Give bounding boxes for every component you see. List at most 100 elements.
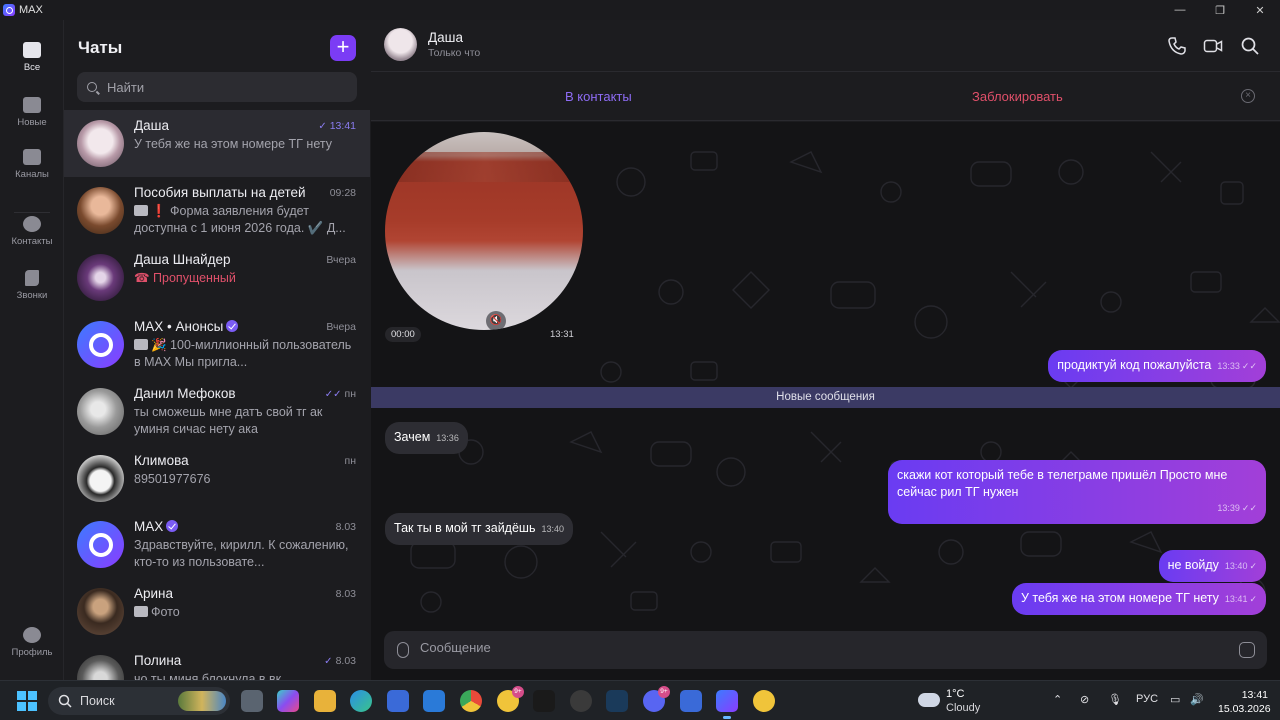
max-logo-icon: [88, 532, 113, 557]
start-button[interactable]: [17, 691, 37, 711]
video-call-icon[interactable]: [1203, 36, 1223, 56]
new-messages-divider: Новые сообщения: [371, 387, 1280, 408]
maximize-button[interactable]: ❐: [1200, 0, 1240, 20]
rail-label: Каналы: [15, 169, 49, 180]
video-message[interactable]: 🔇: [385, 132, 583, 330]
chat-name: Даша Шнайдер: [134, 252, 231, 267]
new-chat-button[interactable]: +: [330, 35, 356, 61]
search-icon: [87, 82, 97, 92]
verified-icon: [166, 520, 179, 532]
avatar: [77, 120, 124, 167]
app-icon[interactable]: [533, 690, 555, 712]
muted-icon[interactable]: 🔇: [486, 311, 506, 330]
cloud-icon: [918, 693, 940, 707]
image-thumbnail: [134, 339, 148, 350]
photo-thumbnail: [134, 606, 148, 617]
volume-icon[interactable]: 🔊: [1190, 693, 1204, 706]
max-app-icon[interactable]: [716, 690, 738, 719]
chat-time-text: пн: [344, 388, 356, 400]
chat-item-danil[interactable]: Данил Мефоков ✓✓ пн ты сможешь мне датъ с…: [64, 378, 370, 445]
folder-icon: [23, 149, 41, 165]
search-icon: [58, 694, 72, 708]
contact-action-bar: В контакты Заблокировать ×: [371, 73, 1280, 121]
display-icon[interactable]: ▭: [1170, 693, 1180, 706]
chat-preview: 89501977676: [134, 472, 211, 486]
app-icon[interactable]: [570, 690, 592, 712]
chat-item-dasha[interactable]: Даша ✓ 13:41 У тебя же на этом номере ТГ …: [64, 110, 370, 177]
copilot-icon[interactable]: [277, 690, 299, 712]
mail-icon[interactable]: [423, 690, 445, 712]
chat-name-text: MAX • Анонсы: [134, 319, 224, 334]
chat-preview-text: Фото: [151, 605, 180, 619]
chat-preview: ☎ Пропущенный: [134, 270, 352, 287]
microphone-icon[interactable]: 🎙: [1108, 693, 1122, 706]
chat-item-klimova[interactable]: Климова пн 89501977676: [64, 445, 370, 512]
attach-icon[interactable]: [397, 642, 409, 658]
chat-item-arina[interactable]: Арина 8.03 Фото: [64, 578, 370, 645]
chat-preview-text: 🎉 100-миллионный пользователь в MAX Мы п…: [134, 338, 352, 369]
chat-item-benefits[interactable]: Пособия выплаты на детей 09:28 ❗ Форма з…: [64, 177, 370, 244]
minimize-button[interactable]: —: [1160, 0, 1200, 20]
rail-item-profile[interactable]: Профиль: [0, 627, 64, 658]
chrome-icon[interactable]: [460, 690, 482, 712]
app-icon[interactable]: [753, 690, 775, 712]
message-text: скажи кот который тебе в телеграме пришё…: [897, 468, 1228, 499]
clock[interactable]: 13:41 15.03.2026: [1218, 688, 1271, 716]
message-out[interactable]: скажи кот который тебе в телеграме пришё…: [888, 460, 1266, 524]
clock-date: 15.03.2026: [1218, 703, 1271, 715]
block-button[interactable]: Заблокировать: [972, 89, 1063, 104]
chat-time: ✓✓ пн: [325, 388, 356, 400]
rail-label: Все: [23, 62, 41, 73]
chat-item-max-announce[interactable]: MAX • Анонсы Вчера 🎉 100-миллионный поль…: [64, 311, 370, 378]
taskbar-search[interactable]: Поиск: [48, 687, 230, 715]
message-in[interactable]: Зачем 13:36: [385, 422, 468, 454]
search-input[interactable]: [107, 79, 347, 95]
contacts-icon: [23, 216, 41, 232]
phone-call-icon[interactable]: [1167, 36, 1187, 56]
message-input[interactable]: [420, 640, 1200, 655]
profile-icon: [23, 627, 41, 643]
rail-item-channels[interactable]: Каналы: [0, 149, 64, 180]
store-icon[interactable]: [387, 690, 409, 712]
message-in[interactable]: Так ты в мой тг зайдёшь 13:40: [385, 513, 574, 545]
chat-item-dasha-shnaider[interactable]: Даша Шнайдер Вчера ☎ Пропущенный: [64, 244, 370, 311]
app-icon[interactable]: 9+: [497, 686, 524, 712]
chat-preview: Здравствуйте, кирилл. К сожалению, кто-т…: [134, 538, 349, 569]
message-text: не войду: [1167, 558, 1219, 572]
app-icon[interactable]: [680, 690, 702, 712]
rail-item-new[interactable]: Новые: [0, 97, 64, 128]
close-icon[interactable]: ×: [1241, 89, 1255, 103]
edge-icon[interactable]: [350, 690, 372, 712]
chat-item-max[interactable]: MAX 8.03 Здравствуйте, кирилл. К сожален…: [64, 511, 370, 578]
rail-item-calls[interactable]: Звонки: [0, 270, 64, 301]
composer-box[interactable]: [384, 631, 1267, 669]
notification-badge: 9+: [658, 686, 670, 698]
chevron-up-icon[interactable]: ⌃: [1053, 693, 1062, 706]
task-view-icon[interactable]: [241, 690, 263, 712]
chat-preview-text: Пропущенный: [153, 271, 236, 285]
network-icon[interactable]: ⊘: [1080, 693, 1089, 706]
steam-icon[interactable]: [606, 690, 628, 712]
phone-icon: [25, 270, 39, 286]
sticker-icon[interactable]: [1239, 642, 1255, 658]
rail-item-contacts[interactable]: Контакты: [0, 216, 64, 247]
file-explorer-icon[interactable]: [314, 690, 336, 712]
message-area[interactable]: 🔇 00:00 13:31 продиктуй код пожалуйста 13…: [371, 122, 1280, 628]
close-window-button[interactable]: ✕: [1240, 0, 1280, 20]
clock-time: 13:41: [1241, 689, 1268, 701]
search-icon[interactable]: [1240, 36, 1260, 56]
discord-icon[interactable]: 9+: [643, 686, 670, 712]
language-indicator[interactable]: РУС: [1136, 693, 1158, 705]
contact-name[interactable]: Даша: [428, 30, 463, 45]
add-to-contacts-button[interactable]: В контакты: [565, 89, 632, 104]
search-field[interactable]: [77, 72, 357, 102]
message-out[interactable]: У тебя же на этом номере ТГ нету 13:41 ✓: [1011, 583, 1266, 615]
message-out[interactable]: продиктуй код пожалуйста 13:33 ✓✓: [1048, 350, 1266, 382]
contact-avatar[interactable]: [384, 28, 417, 61]
rail-item-all[interactable]: Все: [0, 42, 64, 73]
message-out[interactable]: не войду 13:40 ✓: [1158, 550, 1266, 582]
chat-item-polina[interactable]: Полина ✓ 8.03 чо ты миня блокнула в вк: [64, 645, 370, 680]
chat-time: 8.03: [335, 521, 356, 533]
avatar: [77, 321, 124, 368]
verified-icon: [226, 320, 239, 332]
